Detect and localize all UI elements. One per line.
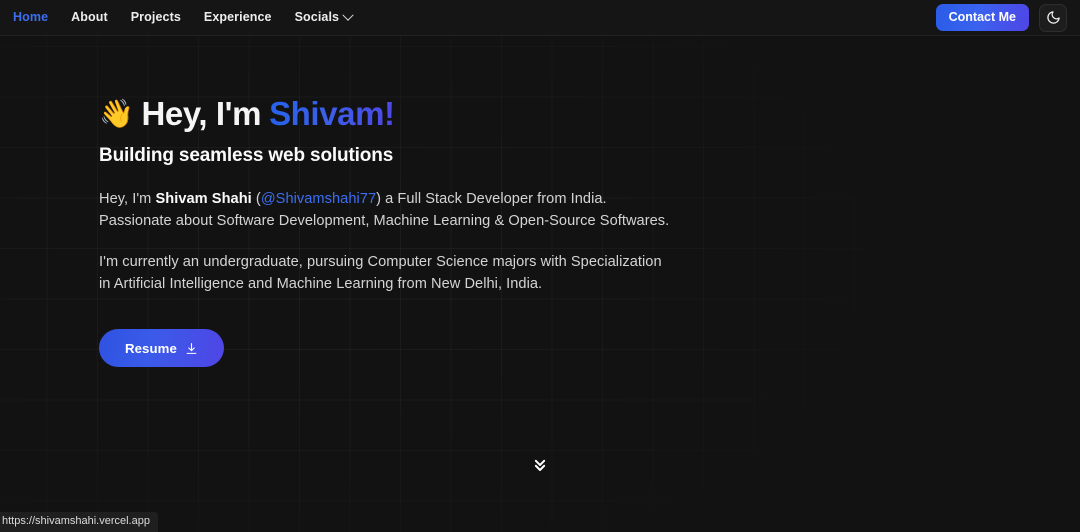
chevron-down-icon [342,9,354,21]
paragraph-text-part2: ( [251,191,261,208]
resume-download-button[interactable]: Resume [99,329,224,367]
theme-toggle-button[interactable] [1039,3,1067,32]
hero-section: 👋 Hey, I'm Shivam! Building seamless web… [0,36,1080,367]
nav-actions-group: Contact Me [935,3,1072,32]
paragraph-text-part1: Hey, I'm [99,191,156,208]
waving-hand-icon: 👋 [99,98,134,130]
hero-subtitle: Building seamless web solutions [99,145,394,167]
browser-status-bar: https://shivamshahi.vercel.app [0,512,158,532]
chevrons-down-icon [534,459,546,471]
resume-button-label: Resume [125,340,177,356]
hero-paragraph-one: Hey, I'm Shivam Shahi (@Shivamshahi77) a… [99,189,671,232]
hero-name-text: Shivam! [269,94,395,134]
moon-icon [1046,11,1060,24]
download-icon [186,342,197,354]
contact-me-button[interactable]: Contact Me [935,3,1029,32]
nav-dropdown-socials[interactable]: Socials [294,9,354,25]
paragraph-strong-name: Shivam Shahi [155,191,252,208]
page-title: 👋 Hey, I'm Shivam! [99,94,1080,134]
nav-link-about[interactable]: About [71,11,108,24]
nav-link-projects[interactable]: Projects [131,11,181,24]
nav-links-group: Home About Projects Experience Socials [13,9,354,25]
hero-greeting-text: Hey, I'm [141,95,262,132]
twitter-handle-link[interactable]: @Shivamshahi77 [261,191,376,207]
top-navigation-bar: Home About Projects Experience Socials C… [0,0,1080,36]
nav-link-experience[interactable]: Experience [204,11,272,24]
nav-link-home[interactable]: Home [13,11,48,24]
scroll-down-button[interactable] [0,455,1080,475]
hero-paragraph-two: I'm currently an undergraduate, pursuing… [99,254,662,292]
nav-socials-label: Socials [294,10,340,25]
